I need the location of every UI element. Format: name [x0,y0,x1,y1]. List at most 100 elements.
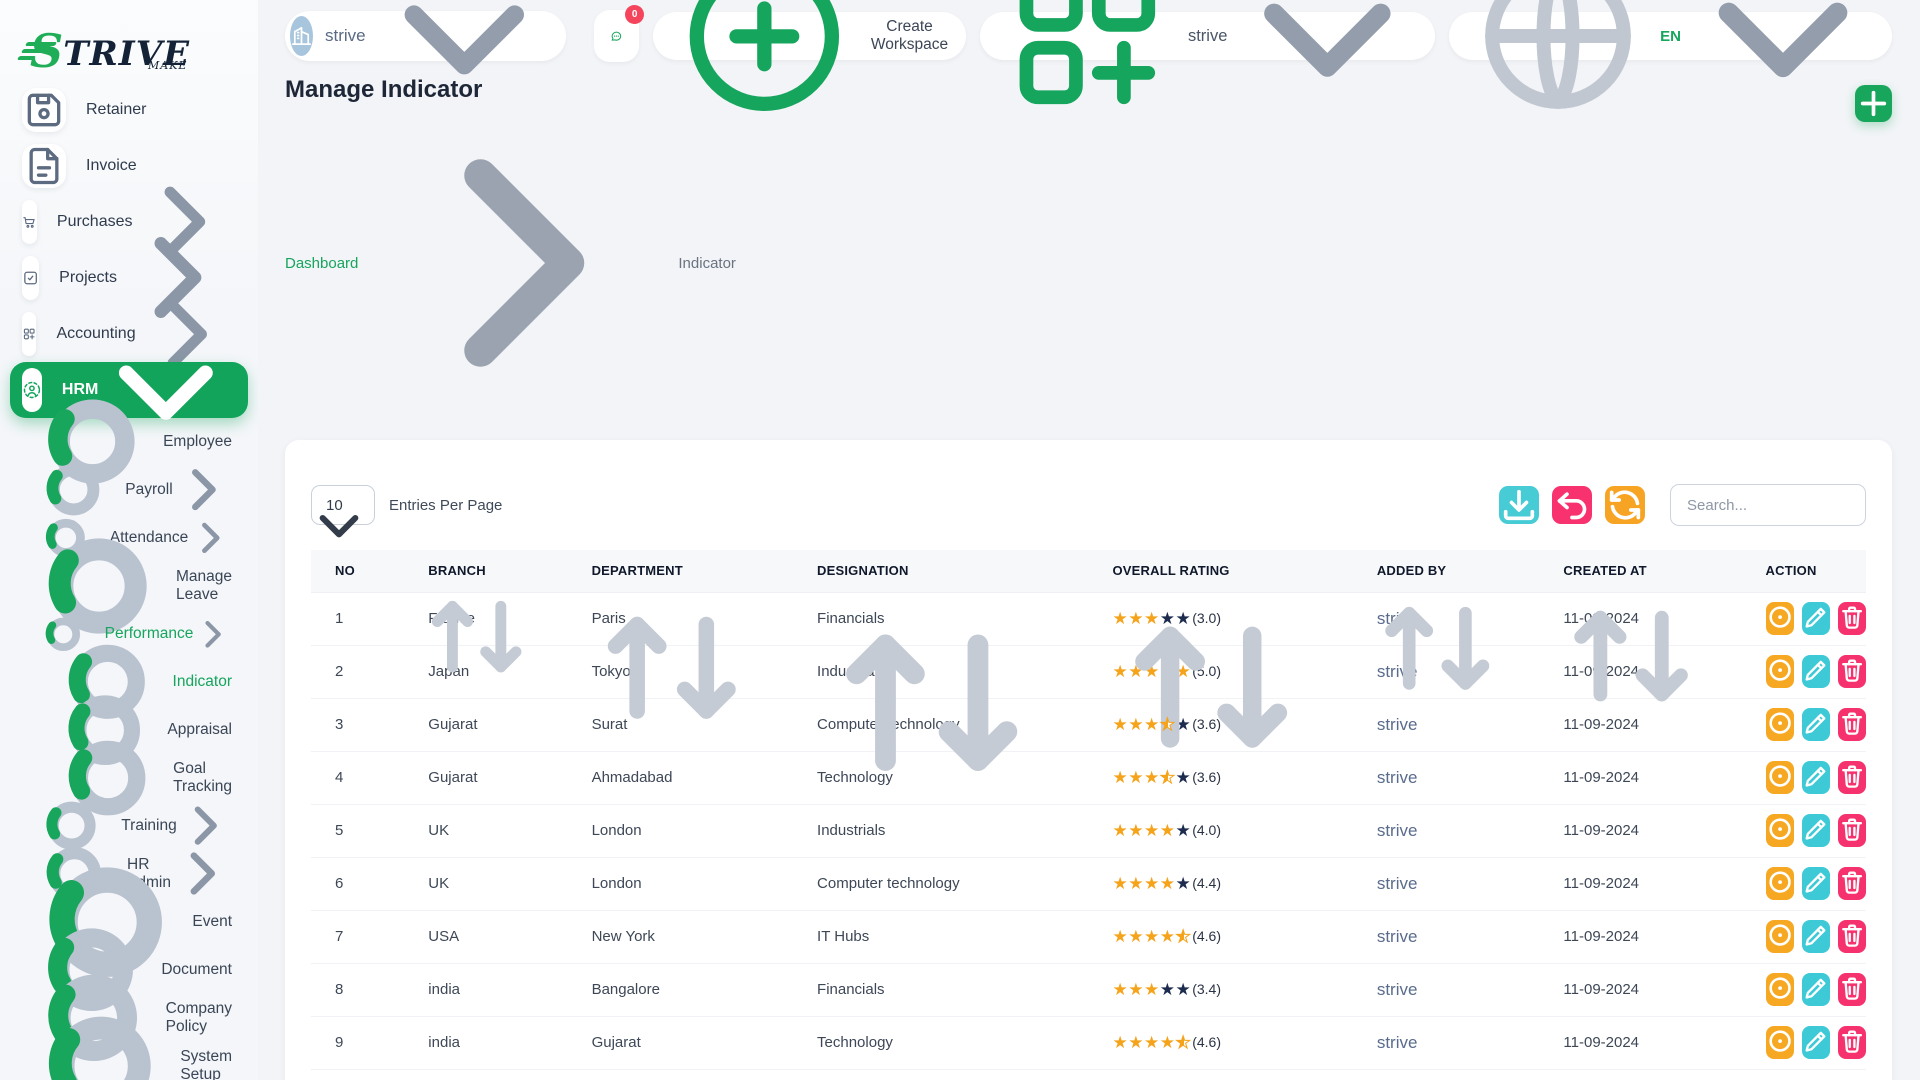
cell-action [1742,857,1866,910]
sort-icon[interactable] [568,564,775,774]
delete-button[interactable] [1838,814,1866,847]
undo-button[interactable] [1552,486,1592,524]
sidebar-item-retainer[interactable]: Retainer [10,82,248,138]
refresh-button[interactable] [1605,486,1645,524]
rating-stars: ★★★★★(4.4) [1112,875,1221,892]
ring-bullet-icon [44,460,103,519]
edit-pencil-icon [1802,974,1830,1005]
delete-button[interactable] [1838,761,1866,794]
sort-icon[interactable] [404,564,549,712]
chat-button[interactable]: 0 [594,10,639,62]
trash-icon [1838,974,1866,1005]
cell-branch: india [404,963,567,1016]
sidebar-item-label: Training [121,817,176,835]
star-full-icon: ★ [1112,875,1128,892]
trash-icon [1838,656,1866,687]
edit-pencil-icon [1802,868,1830,899]
star-full-icon: ★ [1112,928,1128,945]
sidebar-item-label: Event [192,913,232,931]
breadcrumb-dashboard-link[interactable]: Dashboard [285,255,358,272]
edit-button[interactable] [1802,761,1830,794]
view-button[interactable] [1766,602,1794,635]
edit-button[interactable] [1802,1026,1830,1059]
view-button[interactable] [1766,655,1794,688]
sort-icon[interactable] [1088,564,1334,813]
view-icon [1766,815,1794,846]
sidebar-item-goal-tracking[interactable]: Goal Tracking [10,754,248,802]
export-download-button[interactable] [1499,486,1539,524]
sort-icon[interactable] [1539,564,1723,751]
delete-button[interactable] [1838,867,1866,900]
download-icon [1499,485,1539,525]
table-row: 9indiaGujaratTechnology★★★★★(4.6)strive1… [311,1016,1866,1069]
column-header-department[interactable]: DEPARTMENT [568,550,793,592]
language-selector[interactable]: EN [1449,12,1892,60]
edit-button[interactable] [1802,602,1830,635]
cell-department: London [568,857,793,910]
app-switcher[interactable]: strive [980,12,1435,60]
star-full-icon: ★ [1112,822,1128,839]
create-workspace-button[interactable]: Create Workspace [653,12,966,60]
cell-action [1742,645,1866,698]
cell-designation: Technology [793,1016,1088,1069]
cell-created-at: 11-09-2024 [1539,1016,1741,1069]
star-full-icon: ★ [1128,928,1144,945]
trash-icon [1838,921,1866,952]
edit-button[interactable] [1802,655,1830,688]
search-input[interactable] [1670,484,1866,526]
view-button[interactable] [1766,920,1794,953]
star-empty-icon: ★ [1175,981,1191,998]
cell-action [1742,963,1866,1016]
view-button[interactable] [1766,973,1794,1006]
cell-no: 6 [311,857,404,910]
delete-button[interactable] [1838,602,1866,635]
column-header-overall-rating[interactable]: OVERALL RATING [1088,550,1352,592]
edit-button[interactable] [1802,708,1830,741]
sidebar-item-payroll[interactable]: Payroll [10,466,248,514]
edit-button[interactable] [1802,814,1830,847]
delete-button[interactable] [1838,708,1866,741]
delete-button[interactable] [1838,920,1866,953]
sort-icon[interactable] [1353,564,1522,736]
trash-icon [1838,762,1866,793]
star-full-icon: ★ [1160,822,1176,839]
column-header-added-by[interactable]: ADDED BY [1353,550,1540,592]
column-header-branch[interactable]: BRANCH [404,550,567,592]
cell-department: New York [568,910,793,963]
view-button[interactable] [1766,761,1794,794]
rating-value: (4.4) [1192,875,1221,891]
star-half-icon: ★ [1160,769,1176,786]
edit-button[interactable] [1802,920,1830,953]
workspace-selector[interactable]: strive [285,11,566,61]
entries-per-page-select[interactable]: 10 [311,485,375,525]
view-button[interactable] [1766,1026,1794,1059]
delete-button[interactable] [1838,1026,1866,1059]
delete-button[interactable] [1838,973,1866,1006]
star-full-icon: ★ [1160,875,1176,892]
sort-icon[interactable] [793,564,1070,844]
add-indicator-button[interactable] [1855,85,1892,122]
app-root: S TRIVE MAKE RetainerInvoicePurchasesPro… [0,0,1920,1080]
cell-no: 3 [311,698,404,751]
star-half-icon: ★ [1175,928,1191,945]
column-header-designation[interactable]: DESIGNATION [793,550,1088,592]
column-header-no: NO [311,550,404,592]
edit-button[interactable] [1802,867,1830,900]
sidebar-item-employee[interactable]: Employee [10,418,248,466]
indicator-table-card: 10 Entries Per Page [285,440,1892,1080]
star-full-icon: ★ [1128,875,1144,892]
view-button[interactable] [1766,814,1794,847]
star-full-icon: ★ [1160,928,1176,945]
edit-button[interactable] [1802,973,1830,1006]
sidebar-item-manage-leave[interactable]: Manage Leave [10,562,248,610]
delete-button[interactable] [1838,655,1866,688]
entries-select-input[interactable]: 10 [311,485,375,525]
view-button[interactable] [1766,867,1794,900]
sidebar-item-label: Document [161,961,232,979]
sidebar-item-system-setup[interactable]: System Setup [10,1042,248,1080]
view-button[interactable] [1766,708,1794,741]
cell-added-by: strive [1353,804,1540,857]
trash-icon [1838,709,1866,740]
logo-stripes-decoration [26,39,56,60]
column-header-created-at[interactable]: CREATED AT [1539,550,1741,592]
